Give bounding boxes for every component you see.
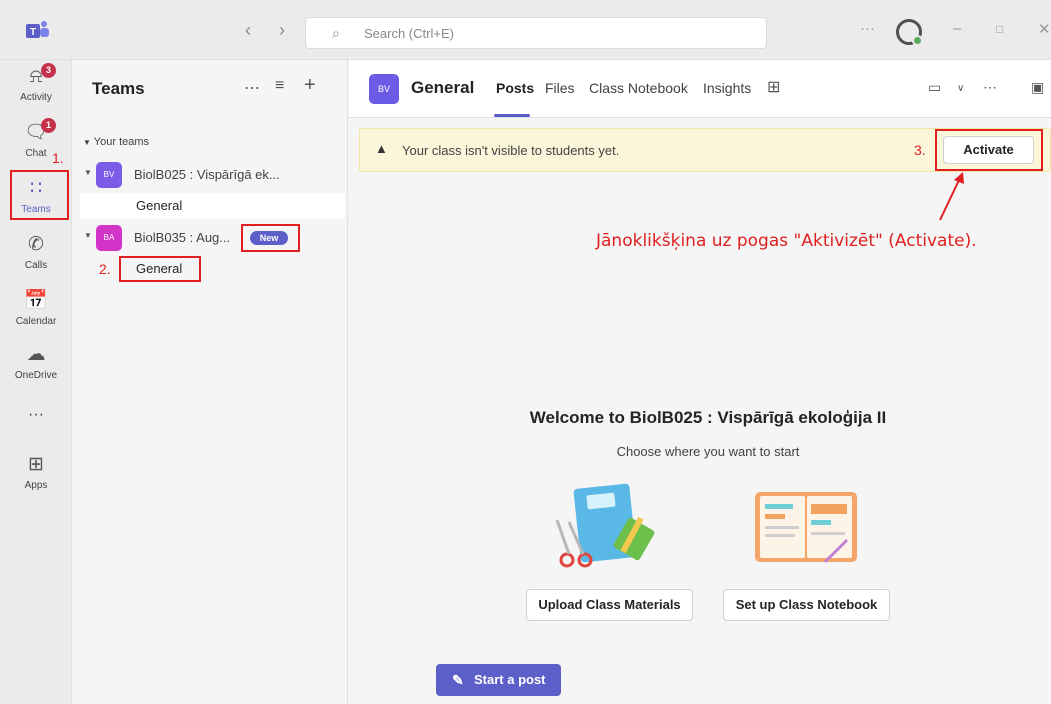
more-options-button[interactable]: ··· <box>860 20 875 37</box>
section-label: Your teams <box>93 136 150 148</box>
start-post-label: Start a post <box>474 672 546 687</box>
header-more-icon[interactable]: ⋯ <box>983 79 997 96</box>
chevron-down-icon: ▼ <box>84 231 92 240</box>
add-team-icon[interactable]: + <box>304 74 316 97</box>
presence-status-icon <box>912 35 923 46</box>
apps-plus-icon: ⊞ <box>28 454 44 475</box>
annotation-box-new <box>241 224 300 252</box>
close-icon[interactable]: ✕ <box>1038 20 1051 38</box>
upload-class-materials-button[interactable]: Upload Class Materials <box>526 589 693 621</box>
activity-badge: 3 <box>41 63 56 78</box>
chevron-down-icon: ▼ <box>83 138 91 147</box>
filter-icon[interactable]: ≡ <box>275 77 284 95</box>
team-avatar: BV <box>96 162 122 188</box>
teams-panel: Teams ⋯ ≡ + <box>72 60 348 704</box>
phone-icon: ✆ <box>28 234 44 255</box>
title-bar: T ‹ › ⌕ Search (Ctrl+E) ··· – □ ✕ <box>0 0 1051 60</box>
annotation-box-activate <box>935 129 1043 171</box>
teams-logo-icon: T <box>26 21 49 38</box>
annotation-number-3: 3. <box>914 142 926 158</box>
chevron-down-icon[interactable]: ∨ <box>957 83 964 94</box>
cloud-icon: ☁ <box>26 344 46 365</box>
add-tab-icon[interactable]: ⊞ <box>767 77 780 97</box>
rail-item-calls[interactable]: ✆ Calls <box>0 234 72 271</box>
maximize-icon[interactable]: □ <box>996 22 1003 36</box>
class-materials-illustration <box>555 483 655 568</box>
team-avatar: BA <box>96 225 122 251</box>
tab-files[interactable]: Files <box>545 80 575 96</box>
bell-icon: ⍾ <box>29 66 43 87</box>
tab-class-notebook[interactable]: Class Notebook <box>589 80 688 96</box>
rail-label: ··· <box>28 406 44 423</box>
video-call-icon[interactable]: ▭ <box>928 79 941 96</box>
forward-arrow-icon[interactable]: › <box>279 20 285 41</box>
annotation-box-teams <box>10 170 69 220</box>
search-placeholder: Search (Ctrl+E) <box>364 26 454 41</box>
rail-label: Activity <box>20 92 52 103</box>
rail-item-activity[interactable]: ⍾ Activity <box>0 66 72 103</box>
channel-general-biolb025[interactable]: General <box>80 193 345 219</box>
start-post-button[interactable]: ✎ Start a post <box>436 664 561 696</box>
panel-title: Teams <box>92 79 145 98</box>
channel-avatar: BV <box>369 74 399 104</box>
rail-label: Calendar <box>15 316 57 327</box>
annotation-instruction: Jānoklikšķina uz pogas "Aktivizēt" (Acti… <box>596 231 977 251</box>
banner-message: Your class isn't visible to students yet… <box>402 143 620 158</box>
rail-item-calendar[interactable]: 📅 Calendar <box>0 290 72 327</box>
warning-icon: ▲ <box>375 141 388 156</box>
channel-header: BV General Posts Files Class Notebook In… <box>349 60 1051 118</box>
annotation-arrow-icon <box>939 172 964 221</box>
welcome-subtitle: Choose where you want to start <box>616 444 800 459</box>
tab-insights[interactable]: Insights <box>703 80 751 96</box>
tab-posts[interactable]: Posts <box>496 80 534 96</box>
team-item-biolb035[interactable]: ▼ BA BiolB035 : Aug... <box>82 223 344 251</box>
compose-icon: ✎ <box>452 672 464 688</box>
rail-more-button[interactable]: ··· <box>0 406 72 424</box>
panel-more-icon[interactable]: ⋯ <box>244 78 260 98</box>
side-panel-icon[interactable]: ▣ <box>1031 79 1044 96</box>
search-icon: ⌕ <box>332 25 340 41</box>
team-name: BiolB035 : Aug... <box>134 230 231 245</box>
setup-class-notebook-button[interactable]: Set up Class Notebook <box>723 589 890 621</box>
rail-label: Chat <box>25 148 47 159</box>
annotation-number-2: 2. <box>99 261 111 277</box>
teams-window: T ‹ › ⌕ Search (Ctrl+E) ··· – □ ✕ ⍾ Acti… <box>0 0 1051 704</box>
rail-item-onedrive[interactable]: ☁ OneDrive <box>0 344 72 381</box>
team-item-biolb025[interactable]: ▼ BV BiolB025 : Vispārīgā ek... <box>82 160 344 188</box>
rail-label: Calls <box>24 260 48 271</box>
svg-text:T: T <box>30 27 36 38</box>
team-name: BiolB025 : Vispārīgā ek... <box>134 167 280 182</box>
your-teams-header[interactable]: ▼ Your teams <box>83 136 149 148</box>
annotation-number-1: 1. <box>52 150 64 166</box>
chat-icon: 🗨 <box>23 122 49 143</box>
channel-title: General <box>411 78 475 97</box>
chat-badge: 1 <box>41 118 56 133</box>
rail-label: OneDrive <box>14 370 58 381</box>
channel-label: General <box>136 198 183 213</box>
active-tab-indicator <box>494 114 530 117</box>
calendar-icon: 📅 <box>24 290 48 311</box>
rail-label: Apps <box>24 480 48 491</box>
back-arrow-icon[interactable]: ‹ <box>245 20 251 41</box>
rail-item-apps[interactable]: ⊞ Apps <box>0 454 72 491</box>
search-input[interactable]: ⌕ Search (Ctrl+E) <box>305 17 767 49</box>
chevron-down-icon: ▼ <box>84 168 92 177</box>
class-notebook-illustration <box>755 492 857 564</box>
minimize-icon[interactable]: – <box>953 20 961 37</box>
welcome-title: Welcome to BiolB025 : Vispārīgā ekoloģij… <box>529 408 887 427</box>
annotation-box-general <box>119 256 201 282</box>
